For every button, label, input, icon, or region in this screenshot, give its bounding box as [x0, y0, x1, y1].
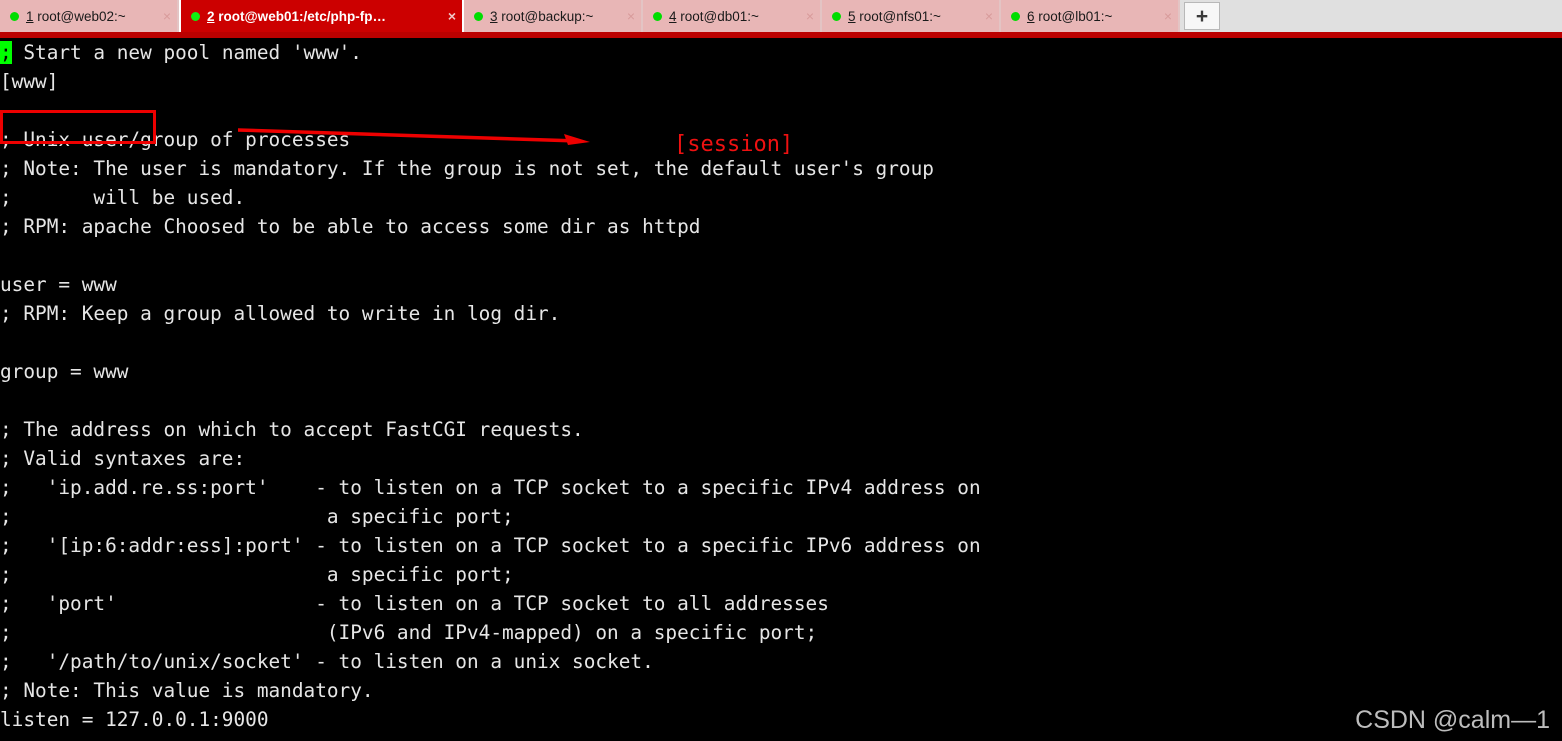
close-icon[interactable]: ×	[436, 9, 456, 23]
terminal-cursor: ;	[0, 41, 12, 64]
terminal-tab-title: root@web02:~	[37, 8, 126, 24]
terminal-tab-label: 2 root@web01:/etc/php-fp…	[207, 9, 386, 24]
green-dot-icon	[653, 11, 662, 21]
terminal-tab-1[interactable]: 1 root@web02:~ ×	[0, 0, 179, 32]
terminal-tab-label: 3 root@backup:~	[490, 9, 593, 24]
terminal-tab-label: 6 root@lb01:~	[1027, 9, 1112, 24]
terminal-tab-title: root@backup:~	[501, 8, 594, 24]
terminal-tab-index: 3	[490, 8, 498, 24]
close-icon[interactable]: ×	[973, 9, 993, 23]
terminal-tab-index: 6	[1027, 8, 1035, 24]
green-dot-icon	[10, 11, 19, 21]
annotation-arrow-icon	[238, 128, 590, 145]
terminal-tab-label: 1 root@web02:~	[26, 9, 126, 24]
terminal-tab-index: 1	[26, 8, 34, 24]
close-icon[interactable]: ×	[615, 9, 635, 23]
terminal-tab-index: 2	[207, 8, 215, 24]
terminal-tab-6[interactable]: 6 root@lb01:~ ×	[1001, 0, 1180, 32]
annotation-session-label: [session]	[674, 132, 794, 157]
new-tab-button[interactable]: +	[1184, 2, 1220, 30]
terminal-tab-title: root@nfs01:~	[859, 8, 941, 24]
green-dot-icon	[474, 11, 483, 21]
terminal-tab-label: 5 root@nfs01:~	[848, 9, 941, 24]
terminal-tab-2[interactable]: 2 root@web01:/etc/php-fp… ×	[179, 0, 464, 32]
terminal-screen[interactable]: ; Start a new pool named 'www'. [www] ; …	[0, 38, 1562, 741]
green-dot-icon	[191, 11, 200, 21]
terminal-tab-bar: 1 root@web02:~ × 2 root@web01:/etc/php-f…	[0, 0, 1562, 32]
watermark-text: CSDN @calm—1	[1355, 706, 1550, 734]
terminal-tab-title: root@lb01:~	[1038, 8, 1113, 24]
green-dot-icon	[1011, 11, 1020, 21]
terminal-tab-title: root@db01:~	[680, 8, 759, 24]
terminal-tab-5[interactable]: 5 root@nfs01:~ ×	[822, 0, 1001, 32]
close-icon[interactable]: ×	[794, 9, 814, 23]
terminal-tab-title: root@web01:/etc/php-fp…	[218, 8, 386, 24]
terminal-tab-label: 4 root@db01:~	[669, 9, 759, 24]
green-dot-icon	[832, 11, 841, 21]
terminal-tab-3[interactable]: 3 root@backup:~ ×	[464, 0, 643, 32]
close-icon[interactable]: ×	[1152, 9, 1172, 23]
tab-bar-empty-space	[1220, 0, 1562, 32]
terminal-tab-index: 4	[669, 8, 677, 24]
terminal-tab-4[interactable]: 4 root@db01:~ ×	[643, 0, 822, 32]
close-icon[interactable]: ×	[151, 9, 171, 23]
terminal-tab-index: 5	[848, 8, 856, 24]
